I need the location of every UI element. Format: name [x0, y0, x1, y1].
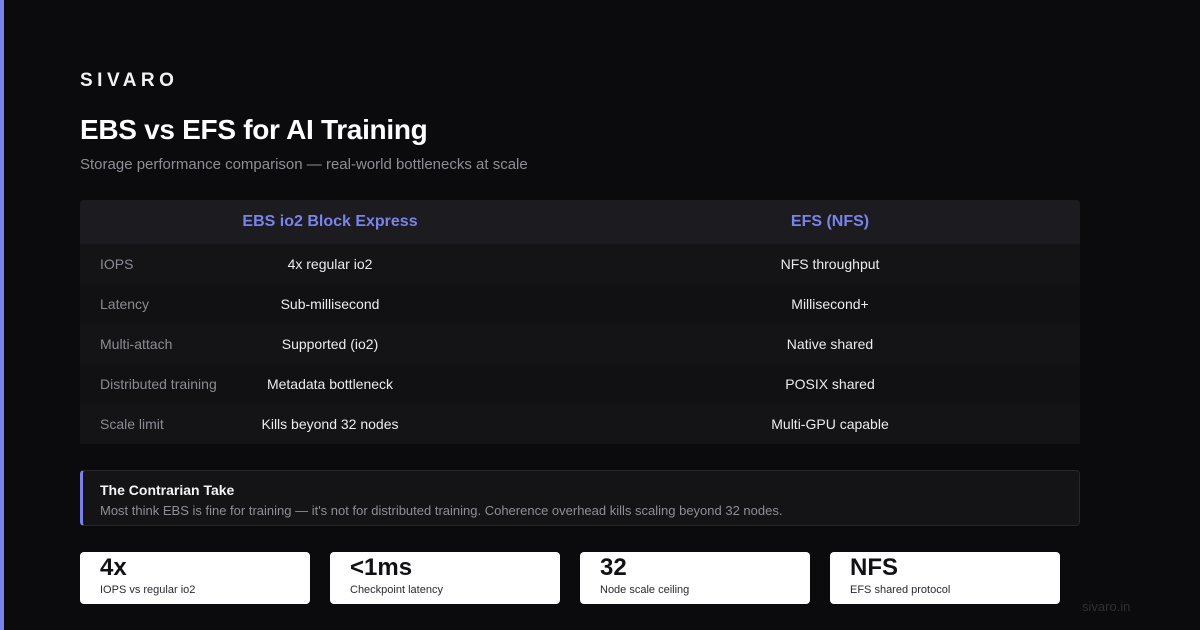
- table-cell-ebs: Distributed training Metadata bottleneck: [80, 364, 580, 404]
- table-cell-efs: Millisecond+: [580, 284, 1080, 324]
- stat-cards: 4x IOPS vs regular io2 <1ms Checkpoint l…: [80, 552, 1080, 604]
- row-label: Scale limit: [100, 416, 164, 432]
- stat-label: IOPS vs regular io2: [100, 584, 196, 596]
- column-header-ebs: EBS io2 Block Express: [80, 200, 580, 244]
- stat-card: NFS EFS shared protocol: [830, 552, 1060, 604]
- row-label: IOPS: [100, 256, 134, 272]
- row-label: Multi-attach: [100, 336, 173, 352]
- stat-label: EFS shared protocol: [850, 584, 951, 596]
- table-body: IOPS 4x regular io2 NFS throughput Laten…: [80, 244, 1080, 444]
- page-subtitle: Storage performance comparison — real-wo…: [80, 156, 528, 173]
- table-cell-ebs: IOPS 4x regular io2: [80, 244, 580, 284]
- table-cell-efs: NFS throughput: [580, 244, 1080, 284]
- stat-value: 32: [600, 554, 627, 581]
- table-cell-ebs: Latency Sub-millisecond: [80, 284, 580, 324]
- page-title: EBS vs EFS for AI Training: [80, 114, 428, 145]
- stat-card: 32 Node scale ceiling: [580, 552, 810, 604]
- footer-url: sivaro.in: [1082, 599, 1131, 614]
- callout-title: The Contrarian Take: [100, 482, 235, 498]
- table-cell-efs: POSIX shared: [580, 364, 1080, 404]
- table-cell-ebs: Multi-attach Supported (io2): [80, 324, 580, 364]
- cell-value: Millisecond+: [791, 296, 869, 312]
- cell-value: POSIX shared: [785, 376, 875, 392]
- stat-value: 4x: [100, 554, 127, 581]
- table-cell-efs: Multi-GPU capable: [580, 404, 1080, 444]
- stat-card: 4x IOPS vs regular io2: [80, 552, 310, 604]
- cell-value: Kills beyond 32 nodes: [261, 416, 399, 432]
- table-row: Multi-attach Supported (io2) Native shar…: [80, 324, 1080, 364]
- cell-value: 4x regular io2: [287, 256, 373, 272]
- accent-bar: [0, 0, 4, 630]
- table-header: EBS io2 Block Express EFS (NFS): [80, 200, 1080, 244]
- row-label: Latency: [100, 296, 150, 312]
- row-label: Distributed training: [100, 376, 217, 392]
- callout-text: Most think EBS is fine for training — it…: [100, 503, 783, 518]
- cell-value: NFS throughput: [780, 256, 880, 272]
- stat-value: NFS: [850, 554, 898, 581]
- table-row: Scale limit Kills beyond 32 nodes Multi-…: [80, 404, 1080, 444]
- stat-label: Checkpoint latency: [350, 584, 443, 596]
- stat-value: <1ms: [350, 554, 413, 581]
- stat-label: Node scale ceiling: [600, 584, 690, 596]
- comparison-table: EBS io2 Block Express EFS (NFS) IOPS 4x …: [80, 200, 1080, 444]
- cell-value: Sub-millisecond: [280, 296, 380, 312]
- table-row: Distributed training Metadata bottleneck…: [80, 364, 1080, 404]
- table-cell-ebs: Scale limit Kills beyond 32 nodes: [80, 404, 580, 444]
- cell-value: Metadata bottleneck: [266, 376, 394, 392]
- cell-value: Multi-GPU capable: [771, 416, 889, 432]
- table-row: IOPS 4x regular io2 NFS throughput: [80, 244, 1080, 284]
- table-cell-efs: Native shared: [580, 324, 1080, 364]
- cell-value: Supported (io2): [281, 336, 379, 352]
- stat-card: <1ms Checkpoint latency: [330, 552, 560, 604]
- contrarian-callout: The Contrarian Take Most think EBS is fi…: [80, 470, 1080, 526]
- column-header-efs: EFS (NFS): [580, 200, 1080, 244]
- table-row: Latency Sub-millisecond Millisecond+: [80, 284, 1080, 324]
- brand-logo: SIVARO: [80, 70, 179, 91]
- cell-value: Native shared: [786, 336, 874, 352]
